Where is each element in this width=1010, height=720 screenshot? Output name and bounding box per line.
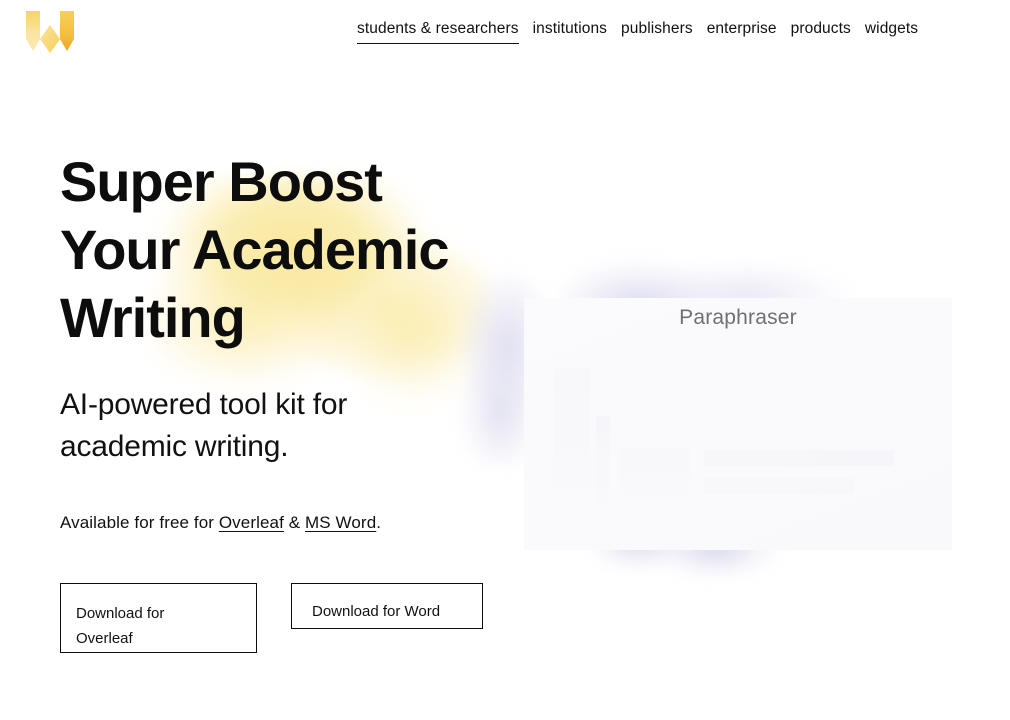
paraphraser-title: Paraphraser <box>679 306 797 329</box>
nav-item-students-researchers[interactable]: students & researchers <box>357 19 519 44</box>
w-logo-icon <box>26 11 74 53</box>
preview-placeholder-block <box>704 450 894 466</box>
availability-prefix: Available for free for <box>60 513 219 532</box>
nav-item-enterprise[interactable]: enterprise <box>707 19 777 43</box>
page-title: Super Boost Your Academic Writing <box>60 150 449 349</box>
preview-placeholder-block <box>704 478 854 494</box>
download-word-button[interactable]: Download for Word <box>291 583 483 629</box>
cta-button-row: Download for Overleaf Download for Word <box>60 583 483 653</box>
site-header: students & researchers institutions publ… <box>0 0 1010 60</box>
preview-placeholder-block <box>554 368 590 518</box>
hero-subtitle: AI-powered tool kit for academic writing… <box>60 388 348 463</box>
availability-separator: & <box>283 513 306 532</box>
preview-placeholder-block <box>620 448 690 520</box>
nav-item-widgets[interactable]: widgets <box>865 19 918 43</box>
nav-item-publishers[interactable]: publishers <box>621 19 693 43</box>
preview-placeholder-block <box>596 416 610 520</box>
writefull-logo[interactable] <box>24 9 76 57</box>
overleaf-link[interactable]: Overleaf <box>219 513 284 532</box>
availability-line: Available for free for Overleaf & MS Wor… <box>60 511 530 535</box>
nav-item-products[interactable]: products <box>791 19 851 43</box>
nav-item-institutions[interactable]: institutions <box>533 19 607 43</box>
ms-word-link[interactable]: MS Word <box>305 513 376 532</box>
download-overleaf-button[interactable]: Download for Overleaf <box>60 583 257 653</box>
availability-suffix: . <box>376 513 382 532</box>
main-navigation: students & researchers institutions publ… <box>357 19 918 44</box>
paraphraser-preview-card[interactable]: Paraphraser <box>524 298 952 550</box>
hero-section: Super Boost Your Academic Writing AI-pow… <box>60 148 530 535</box>
